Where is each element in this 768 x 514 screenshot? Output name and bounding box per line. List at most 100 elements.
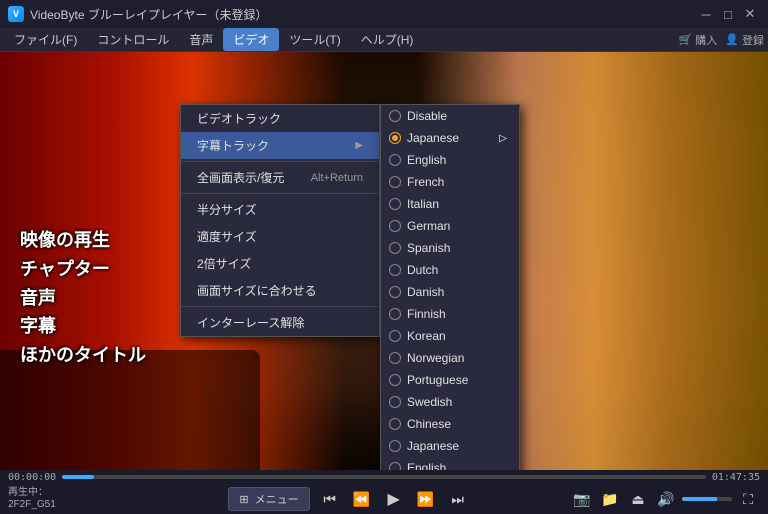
menu-fullscreen[interactable]: 全画面表示/復元 Alt+Return [181,164,379,191]
window-title: VideoByte ブルーレイプレイヤー（未登録） [30,6,696,23]
subtitle-overlay: 映像の再生 チャプター 音声 字幕 ほかのタイトル [20,226,146,370]
menu-audio[interactable]: 音声 [179,28,223,51]
menu-deinterlace[interactable]: インターレース解除 [181,309,379,336]
subtitle-item-swedish[interactable]: Swedish [381,391,519,413]
menu-control[interactable]: コントロール [87,28,179,51]
menu-video[interactable]: ビデオ [223,28,279,51]
subtitle-item-english1[interactable]: English [381,149,519,171]
menu-bar-right: 🛒 購入 👤 登録 [679,32,764,48]
menu-separator-3 [181,306,379,307]
radio-dot-japanese2 [389,440,401,452]
progress-bar-background[interactable] [62,475,706,479]
submenu-arrow-icon: ▶ [355,140,363,151]
radio-dot-danish [389,286,401,298]
status-area: 再生中： 2F2F_G51 [8,487,128,511]
menu-bar: ファイル(F) コントロール 音声 ビデオ ツール(T) ヘルプ(H) 🛒 購入… [0,28,768,52]
controls-bar: 00:00:00 01:47:35 再生中： 2F2F_G51 ⊞ メニュー ⏮… [0,470,768,514]
grid-icon: ⊞ [239,494,248,506]
subtitle-item-dutch[interactable]: Dutch [381,259,519,281]
radio-dot-japanese1 [389,132,401,144]
register-button[interactable]: 👤 登録 [725,32,764,48]
subtitle-line-5: ほかのタイトル [20,341,146,370]
subtitle-item-japanese1[interactable]: Japanese▷ [381,127,519,149]
video-dropdown: ビデオトラック 字幕トラック ▶ 全画面表示/復元 Alt+Return 半分サ… [180,104,380,337]
video-menu: ビデオトラック 字幕トラック ▶ 全画面表示/復元 Alt+Return 半分サ… [180,104,380,337]
subtitle-line-3: 音声 [20,284,146,313]
subtitle-item-korean[interactable]: Korean [381,325,519,347]
folder-button[interactable]: 📁 [598,487,622,511]
screenshot-button[interactable]: 📷 [570,487,594,511]
subtitle-item-norwegian[interactable]: Norwegian [381,347,519,369]
subtitle-line-4: 字幕 [20,312,146,341]
subtitle-item-german1[interactable]: German [381,215,519,237]
window-controls: ─ □ ✕ [696,4,760,24]
radio-dot-disable [389,110,401,122]
subtitle-item-english2[interactable]: English [381,457,519,470]
video-area: 映像の再生 チャプター 音声 字幕 ほかのタイトル ビデオトラック 字幕トラック… [0,52,768,470]
eject-button[interactable]: ⏏ [626,487,650,511]
radio-dot-english1 [389,154,401,166]
menu-separator-1 [181,161,379,162]
radio-dot-korean [389,330,401,342]
menu-double-size[interactable]: 2倍サイズ [181,250,379,277]
radio-dot-spanish1 [389,242,401,254]
playback-controls: ⊞ メニュー ⏮ ⏪ ▶ ⏩ ⏭ [132,487,566,511]
time-start: 00:00:00 [8,472,56,483]
menu-button[interactable]: ⊞ メニュー [228,487,309,511]
progress-bar-fill [62,475,94,479]
menu-half-size[interactable]: 半分サイズ [181,196,379,223]
fullscreen-button[interactable]: ⛶ [736,487,760,511]
radio-dot-dutch [389,264,401,276]
subtitle-line-2: チャプター [20,255,146,284]
radio-dot-french1 [389,176,401,188]
minimize-button[interactable]: ─ [696,4,716,24]
progress-area: 00:00:00 01:47:35 [0,470,768,484]
menu-help[interactable]: ヘルプ(H) [351,28,424,51]
user-icon: 👤 [725,33,739,46]
volume-icon[interactable]: 🔊 [654,487,678,511]
radio-dot-norwegian [389,352,401,364]
play-button[interactable]: ▶ [382,487,406,511]
subtitle-item-chinese[interactable]: Chinese [381,413,519,435]
next-button[interactable]: ⏭ [446,487,470,511]
volume-controls: 📷 📁 ⏏ 🔊 ⛶ [570,487,760,511]
subtitle-item-disable[interactable]: Disable [381,105,519,127]
radio-dot-italian1 [389,198,401,210]
radio-dot-finnish [389,308,401,320]
time-end: 01:47:35 [712,472,760,483]
close-button[interactable]: ✕ [740,4,760,24]
buy-button[interactable]: 🛒 購入 [679,32,718,48]
cursor-indicator: ▷ [499,133,507,144]
subtitle-item-japanese2[interactable]: Japanese [381,435,519,457]
menu-fit-size[interactable]: 画面サイズに合わせる [181,277,379,304]
rewind-button[interactable]: ⏪ [350,487,374,511]
subtitle-item-spanish1[interactable]: Spanish [381,237,519,259]
menu-subtitle-track[interactable]: 字幕トラック ▶ [181,132,379,159]
playback-status: 再生中： 2F2F_G51 [8,487,56,511]
maximize-button[interactable]: □ [718,4,738,24]
subtitle-item-portuguese[interactable]: Portuguese [381,369,519,391]
subtitle-item-italian1[interactable]: Italian [381,193,519,215]
radio-dot-swedish [389,396,401,408]
menu-separator-2 [181,193,379,194]
volume-slider[interactable] [682,497,732,501]
subtitle-item-french1[interactable]: French [381,171,519,193]
subtitle-item-finnish[interactable]: Finnish [381,303,519,325]
radio-dot-portuguese [389,374,401,386]
cart-icon: 🛒 [679,33,693,46]
menu-file[interactable]: ファイル(F) [4,28,87,51]
radio-dot-german1 [389,220,401,232]
menu-normal-size[interactable]: 適度サイズ [181,223,379,250]
menu-tools[interactable]: ツール(T) [279,28,350,51]
menu-video-track[interactable]: ビデオトラック [181,105,379,132]
subtitle-item-danish[interactable]: Danish [381,281,519,303]
radio-dot-english2 [389,462,401,470]
title-bar: V VideoByte ブルーレイプレイヤー（未登録） ─ □ ✕ [0,0,768,28]
forward-button[interactable]: ⏩ [414,487,438,511]
prev-button[interactable]: ⏮ [318,487,342,511]
radio-dot-chinese [389,418,401,430]
subtitle-submenu: DisableJapanese▷EnglishFrenchItalianGerm… [380,104,520,470]
controls-buttons: 再生中： 2F2F_G51 ⊞ メニュー ⏮ ⏪ ▶ ⏩ ⏭ 📷 📁 ⏏ 🔊 [0,484,768,514]
app-icon: V [8,6,24,22]
subtitle-line-1: 映像の再生 [20,226,146,255]
